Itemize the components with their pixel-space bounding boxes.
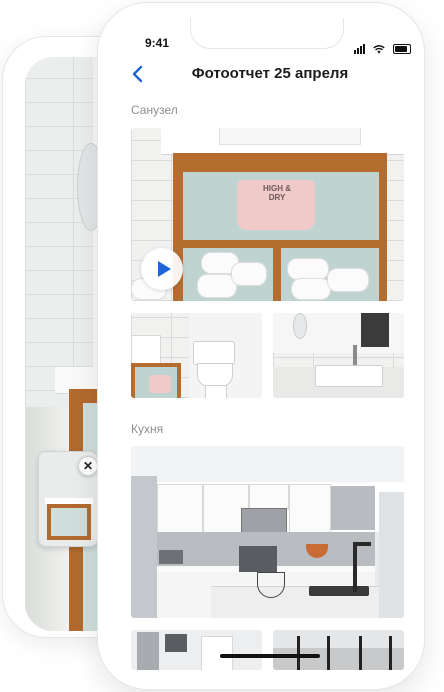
section-label-bathroom: Санузел bbox=[131, 103, 178, 117]
cellular-signal-icon bbox=[354, 36, 370, 54]
page-title: Фотоотчет 25 апреля bbox=[191, 65, 349, 82]
kitchen-photo-3[interactable] bbox=[273, 630, 404, 670]
close-icon[interactable]: ✕ bbox=[78, 456, 98, 476]
bathroom-photo-sink[interactable] bbox=[273, 313, 404, 398]
status-icons bbox=[354, 36, 411, 54]
section-label-kitchen: Кухня bbox=[131, 422, 164, 436]
wifi-icon bbox=[373, 45, 386, 54]
battery-icon bbox=[392, 44, 411, 54]
phone-notch bbox=[190, 18, 344, 49]
bathroom-photo-toilet[interactable] bbox=[131, 313, 262, 398]
chevron-left-icon[interactable] bbox=[128, 64, 148, 84]
bag-print: HIGH & DRY bbox=[263, 184, 291, 202]
home-indicator[interactable] bbox=[220, 654, 320, 658]
status-time: 9:41 bbox=[145, 36, 170, 50]
kitchen-photo[interactable] bbox=[131, 446, 404, 618]
kitchen-photo-2[interactable] bbox=[131, 630, 262, 670]
play-icon bbox=[158, 261, 171, 277]
